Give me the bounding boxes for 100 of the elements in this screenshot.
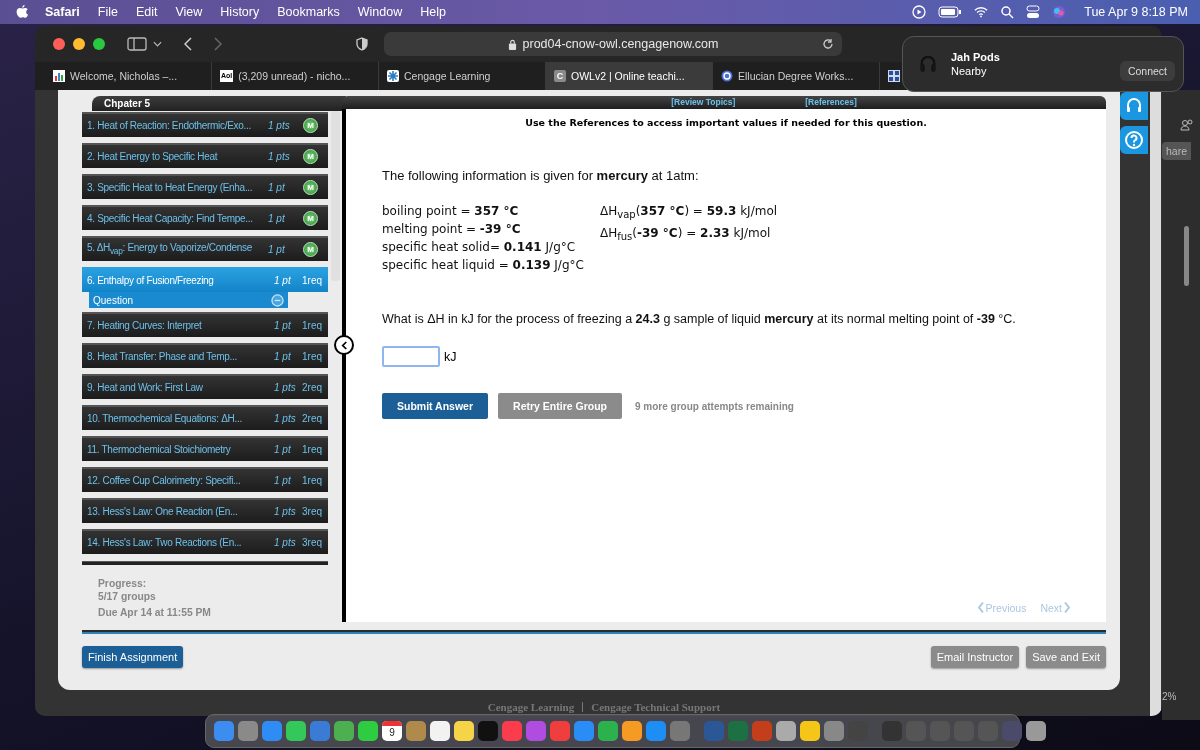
mastery-badge: M [303, 242, 318, 257]
app-icon[interactable] [622, 721, 642, 741]
zoom-reading: 2% [1162, 691, 1177, 702]
chevron-left-icon [977, 601, 984, 614]
assignment-item[interactable]: 1. Heat of Reaction: Endothermic/Exo... 1 pts M [82, 112, 328, 137]
menu-item[interactable]: Edit [135, 5, 158, 19]
fact-line: ΔH$_{fus}$(-39 °C) = 2.33 kJ/mol [600, 225, 772, 245]
close-icon[interactable] [53, 38, 65, 50]
footer-button[interactable]: Finish Assignment [82, 646, 184, 668]
chevron-down-icon[interactable] [153, 41, 162, 47]
progress-label: Progress: [98, 577, 148, 590]
snowflake-icon [387, 70, 399, 82]
search-icon[interactable] [1000, 5, 1015, 19]
intro-text: The following information is given for mercury at 1atm: [382, 168, 700, 183]
app-icon[interactable] [454, 721, 474, 741]
header-link[interactable]: [Review Topics] [671, 96, 736, 109]
assignment-item[interactable]: 14. Hess's Law: Two Reactions (En... 1 pts 3req [82, 529, 328, 554]
battery-icon[interactable] [938, 5, 963, 19]
reload-icon[interactable] [822, 38, 834, 50]
menu-item[interactable]: Bookmarks [277, 5, 340, 19]
due-date: Due Apr 14 at 11:55 PM [98, 606, 212, 619]
ring-icon [721, 70, 733, 82]
chapter-tab[interactable]: Chpater 5 [92, 96, 346, 111]
chevron-right-icon [1064, 601, 1070, 614]
help-icon[interactable] [1120, 126, 1148, 154]
back-icon[interactable] [184, 37, 192, 51]
action-button[interactable]: Submit Answer [382, 393, 489, 419]
address-bar[interactable]: prod04-cnow-owl.cengagenow.com [384, 32, 842, 56]
assignment-item[interactable]: 10. Thermochemical Equations: ΔH... 1 pts 2req [82, 405, 328, 430]
app-menu[interactable]: Safari [45, 5, 80, 19]
progress-count: 5/17 groups [98, 590, 157, 603]
assignment-item[interactable]: 2. Heat Energy to Specific Heat 1 pts M [82, 143, 328, 168]
menu-item[interactable]: Help [420, 5, 446, 19]
clock[interactable]: Tue Apr 9 8:18 PM [1084, 5, 1188, 19]
headphones-icon [919, 54, 937, 74]
toggle-icon[interactable] [1026, 5, 1041, 19]
mastery-badge: M [303, 118, 318, 133]
menu-item[interactable]: History [220, 5, 260, 19]
scrollbar[interactable] [1184, 226, 1189, 286]
assignment-item[interactable]: 3. Specific Heat to Heat Energy (Enha... 1 pt M [82, 174, 328, 199]
app-icon[interactable] [334, 721, 354, 741]
scrollbar[interactable] [331, 111, 340, 281]
fact-line: ΔH$_{vap}$(357 °C) = 59.3 kJ/mol [600, 203, 778, 223]
menu-item[interactable]: Window [357, 5, 403, 19]
collapse-sidebar-button[interactable] [334, 335, 354, 355]
device-toast[interactable]: Jah Pods Nearby Connect [902, 36, 1184, 92]
attempts-text: 9 more group attempts remaining [635, 400, 794, 412]
answer-field[interactable] [382, 346, 440, 367]
notification-subtitle: Nearby [951, 64, 988, 78]
blocks-icon [888, 70, 900, 82]
instruction-text: Use the References to access important values if needed for this question. [524, 117, 928, 128]
question-text: What is ΔH in kJ for the process of freezing a 24.3 g sample of liquid mercury at its normal melting point of -39 °C. [382, 312, 1017, 326]
question-item[interactable]: Question [89, 292, 288, 308]
menu-item[interactable]: File [97, 5, 118, 19]
menu-item[interactable]: View [175, 5, 203, 19]
bar-chart-icon [53, 70, 65, 82]
wifi-icon[interactable] [974, 5, 989, 19]
fact-line: specific heat solid= 0.141 J/g°C [382, 239, 577, 256]
unit-label: kJ [444, 349, 457, 364]
mastery-badge: M [303, 180, 318, 195]
mastery-badge: M [303, 211, 318, 226]
app-icon[interactable] [358, 721, 378, 741]
app-icon[interactable] [598, 721, 618, 741]
lock-icon [507, 38, 517, 50]
collapse-icon[interactable] [271, 293, 284, 307]
assignment-item[interactable]: 9. Heat and Work: First Law 1 pts 2req [82, 374, 328, 399]
shield-icon[interactable] [356, 37, 368, 51]
sidebar-icon[interactable] [127, 37, 147, 51]
assignment-item[interactable]: 4. Specific Heat Capacity: Find Tempe... 1 pt M [82, 205, 328, 230]
fact-line: boiling point = 357 °C [382, 203, 520, 220]
minimize-icon[interactable] [73, 38, 85, 50]
fact-line: melting point = -39 °C [382, 221, 522, 238]
headset-icon[interactable] [1120, 92, 1148, 120]
assignment-item[interactable]: 11. Thermochemical Stoichiometry 1 pt 1req [82, 436, 328, 461]
app-icon[interactable] [800, 721, 820, 741]
chevron-left-icon [340, 340, 348, 350]
assignment-item[interactable]: 8. Heat Transfer: Phase and Temp... 1 pt 1req [82, 343, 328, 368]
header-link[interactable]: [References] [805, 96, 857, 109]
mastery-badge: M [303, 149, 318, 164]
assignment-item[interactable]: 13. Hess's Law: One Reaction (En... 1 pts 3req [82, 498, 328, 523]
zoom-icon[interactable] [93, 38, 105, 50]
apple-icon[interactable] [16, 4, 29, 20]
browser-tab[interactable]: C OWLv2 | Online teachi... [546, 62, 713, 90]
notification-title: Jah Pods [951, 50, 1000, 64]
app-icon[interactable] [1026, 721, 1046, 741]
app-icon[interactable] [776, 721, 796, 741]
app-icon[interactable] [286, 721, 306, 741]
play-icon[interactable] [912, 5, 927, 19]
share-button[interactable]: hare [1162, 142, 1191, 160]
forward-icon[interactable] [214, 37, 222, 51]
scrollbar[interactable] [1150, 90, 1161, 716]
orb-icon[interactable] [1052, 5, 1067, 19]
calendar-icon[interactable]: 9 [382, 721, 402, 741]
assignment-item[interactable]: 12. Coffee Cup Calorimetry: Specifi... 1 pt 1req [82, 467, 328, 492]
fact-line: specific heat liquid = 0.139 J/g°C [382, 257, 585, 274]
app-icon[interactable] [430, 721, 450, 741]
people-icon[interactable] [1180, 118, 1194, 132]
assignment-item[interactable]: 5. ΔH$_{vap}$: Energy to Vaporize/Condense 1 pt M [82, 236, 328, 261]
assignment-item[interactable]: 7. Heating Curves: Interpret 1 pt 1req [82, 312, 328, 337]
connect-button[interactable]: Connect [1119, 61, 1175, 81]
